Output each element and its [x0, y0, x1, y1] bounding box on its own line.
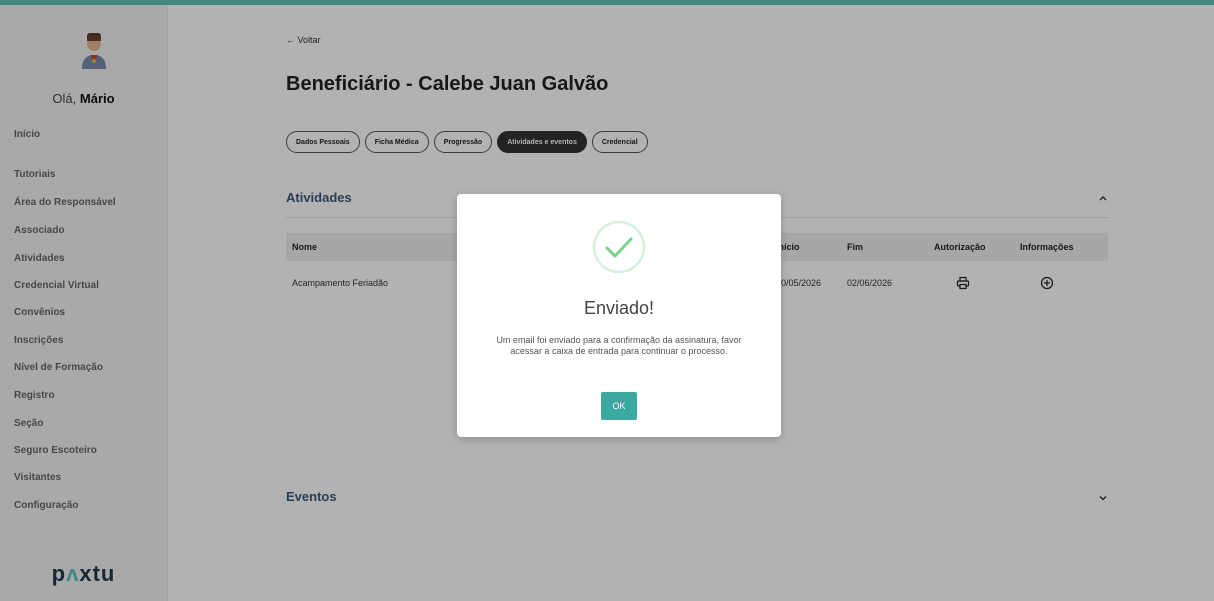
- dialog-message: Um email foi enviado para a confirmação …: [496, 335, 742, 356]
- dialog-title: Enviado!: [583, 298, 655, 318]
- success-dialog: Enviado! Um email foi enviado para a con…: [457, 194, 781, 437]
- check-circle-icon: [592, 220, 646, 274]
- ok-button[interactable]: OK: [601, 392, 637, 420]
